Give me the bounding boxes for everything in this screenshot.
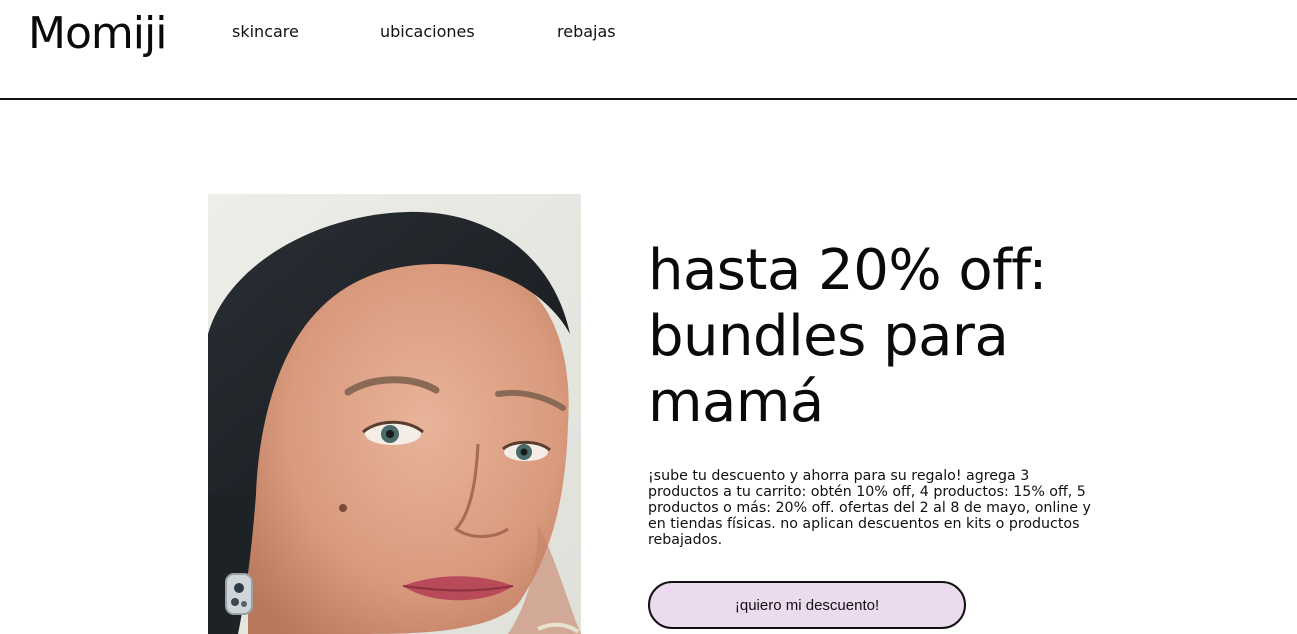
promo-description: ¡sube tu descuento y ahorra para su rega… xyxy=(648,468,1091,548)
portrait-illustration xyxy=(208,194,581,634)
promo-headline: hasta 20% off: bundles para mamá xyxy=(648,238,1047,435)
nav-link-rebajas[interactable]: rebajas xyxy=(557,22,616,41)
site-header: Momiji skincare ubicaciones rebajas xyxy=(0,0,1297,100)
nav-link-ubicaciones[interactable]: ubicaciones xyxy=(380,22,475,41)
brand-logo[interactable]: Momiji xyxy=(28,9,167,58)
hero-portrait-image xyxy=(208,194,581,634)
nav-link-skincare[interactable]: skincare xyxy=(232,22,299,41)
get-discount-button[interactable]: ¡quiero mi descuento! xyxy=(648,581,966,629)
